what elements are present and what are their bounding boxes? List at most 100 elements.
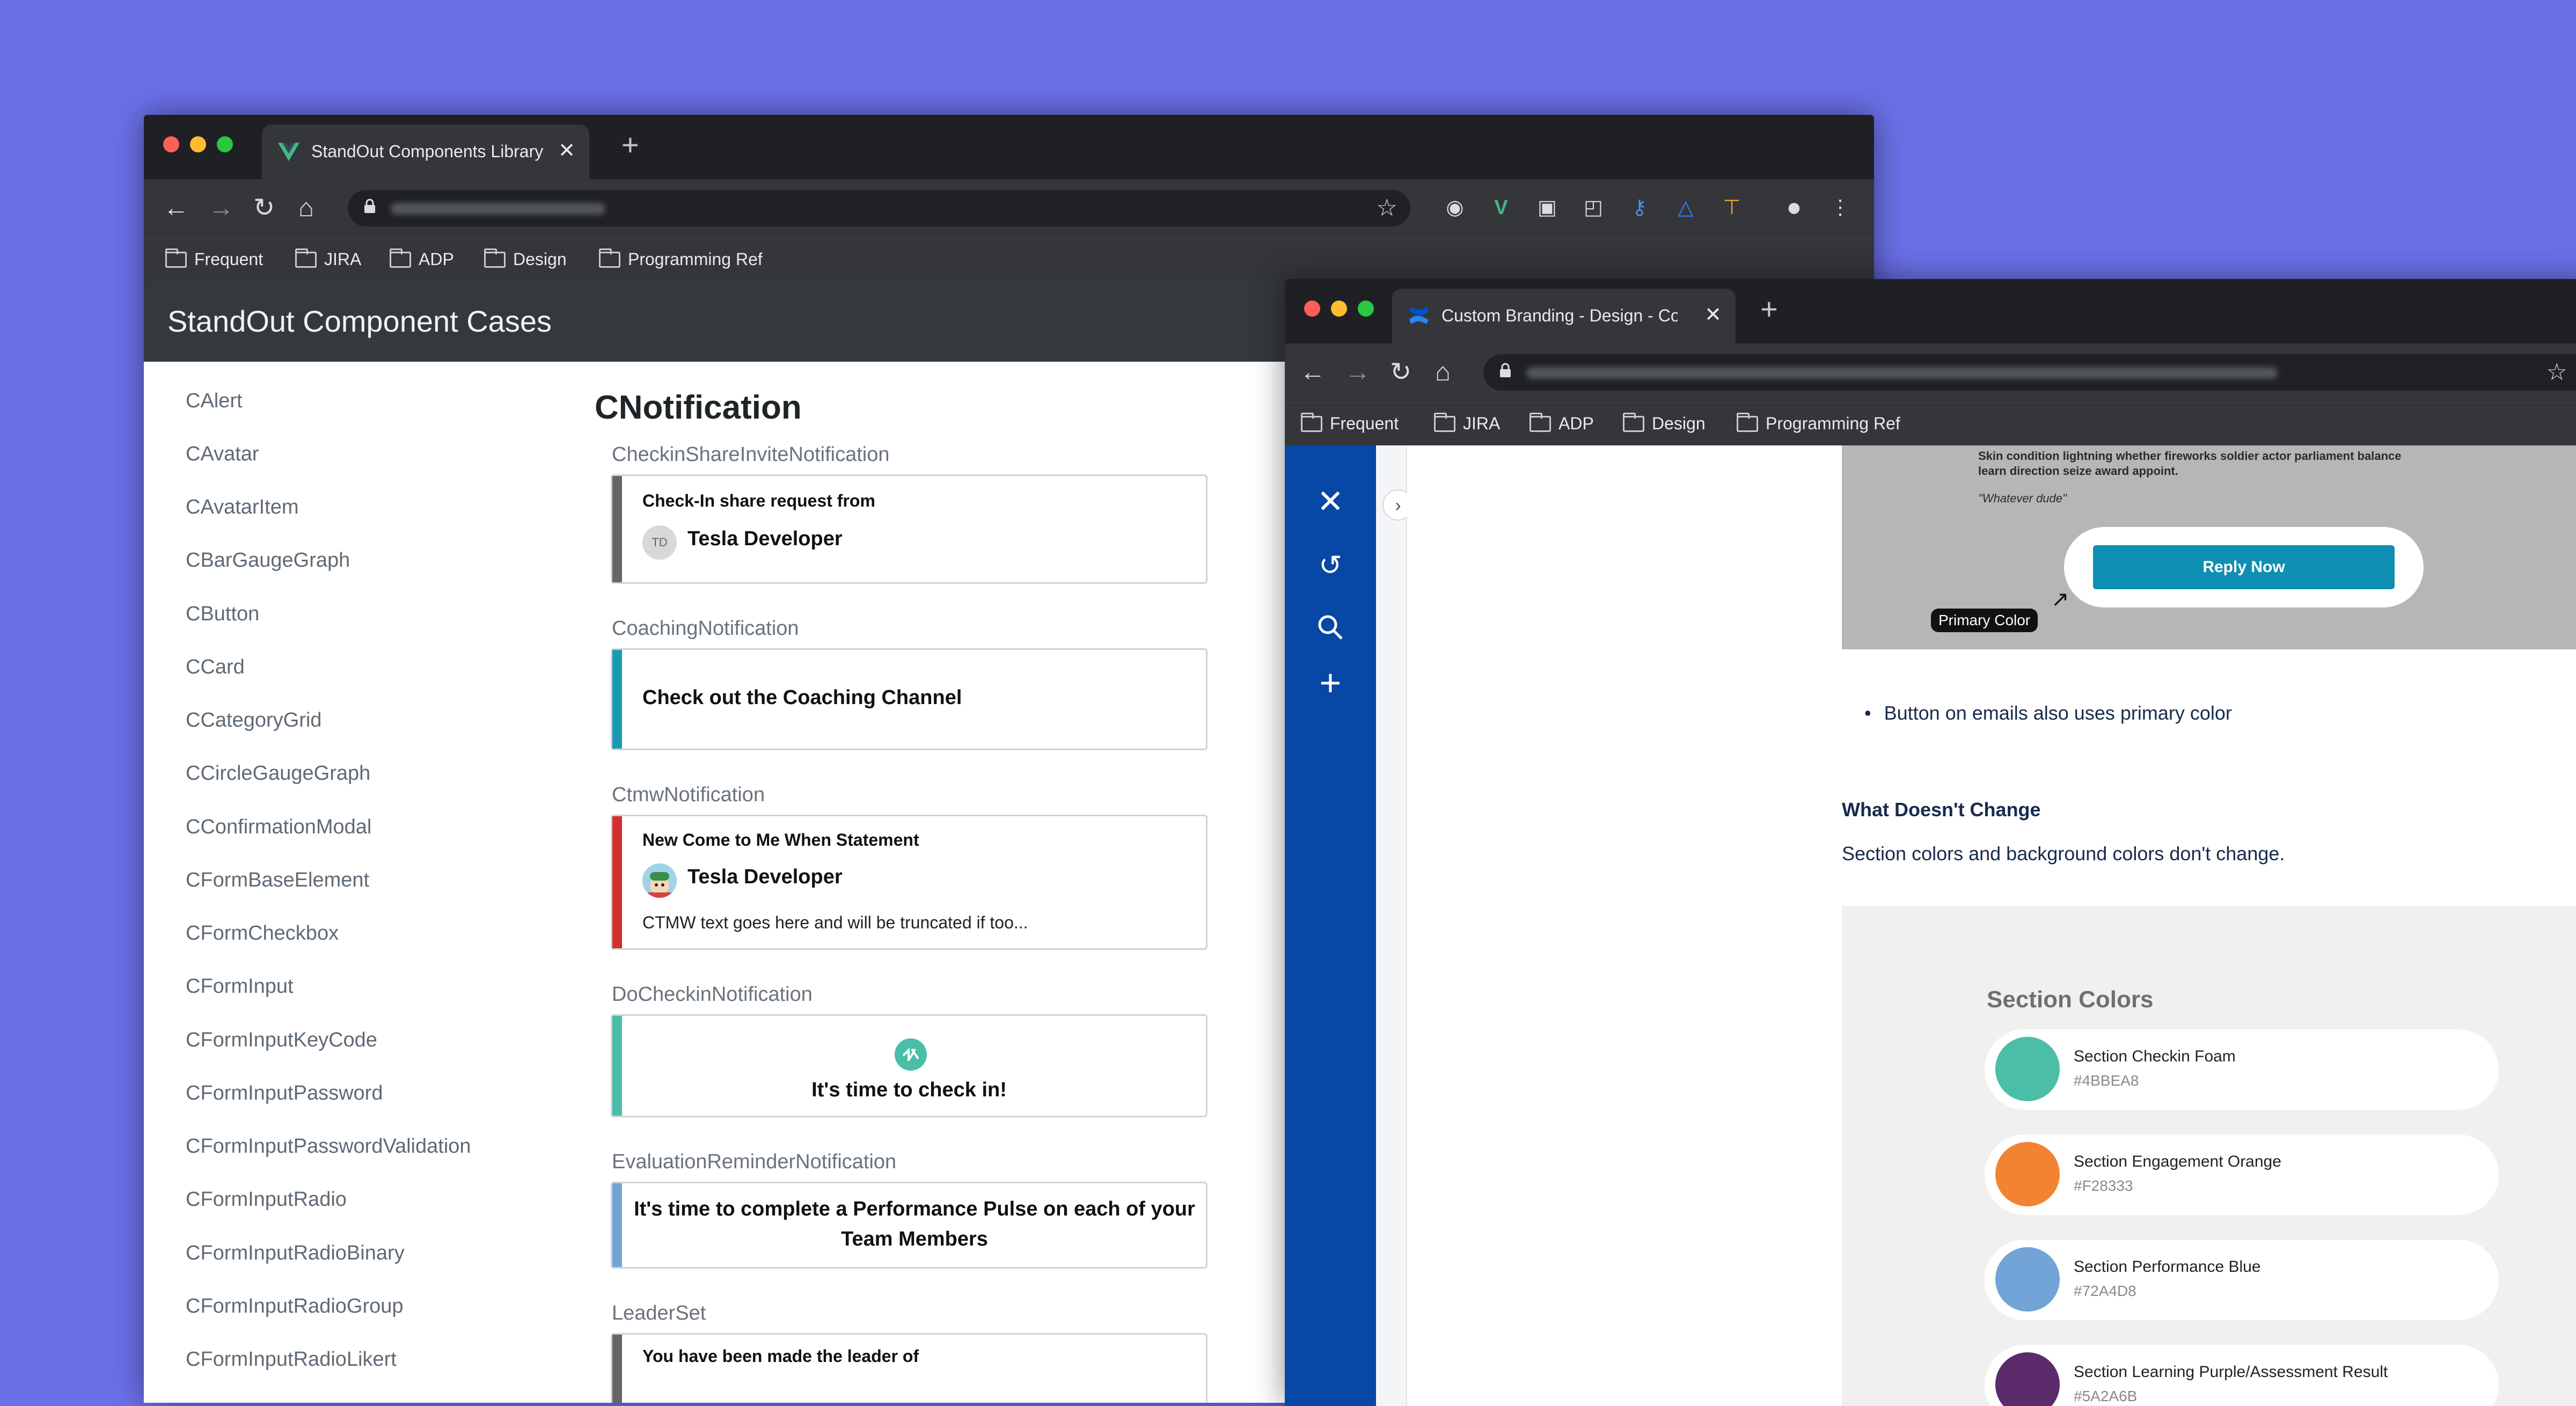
reload-icon[interactable]: ↻	[1390, 356, 1411, 389]
avatar: TD	[642, 525, 677, 560]
sidebar-item[interactable]: CFormInputRadioBinary	[186, 1242, 405, 1265]
sidebar-item[interactable]: CFormInput	[186, 975, 294, 998]
paragraph: Section colors and background colors don…	[1842, 843, 2285, 865]
bookmark-adp[interactable]: ADP	[390, 248, 454, 269]
url-text	[391, 203, 605, 215]
tab-strip: Custom Branding - Design - Co ✕ +	[1285, 279, 2576, 343]
coaching-notification-card[interactable]: Check out the Coaching Channel	[611, 648, 1208, 750]
confluence-sidebar: ✕ ↺ +	[1285, 445, 1376, 1406]
bookmark-jira[interactable]: JIRA	[295, 248, 361, 269]
bookmark-programming-ref[interactable]: Programming Ref	[599, 248, 763, 269]
color-swatch	[1995, 1352, 2060, 1406]
color-swatch-row: Section Engagement Orange #F28333	[1985, 1134, 2499, 1215]
email-quote: "Whatever dude"	[1978, 492, 2067, 505]
section-label: LeaderSet	[612, 1302, 706, 1324]
sidebar-item[interactable]: CCircleGaugeGraph	[186, 762, 370, 785]
user-name: Tesla Developer	[687, 528, 843, 550]
sidebar-item[interactable]: CFormCheckbox	[186, 922, 339, 945]
vue-devtools-icon[interactable]: V	[1489, 195, 1513, 220]
card-subtitle: Check-In share request from	[642, 491, 875, 510]
swatch-hex: #F28333	[2074, 1177, 2133, 1194]
close-tab-icon[interactable]: ✕	[558, 138, 575, 163]
bookmark-adp[interactable]: ADP	[1529, 412, 1594, 434]
menu-kebab-icon[interactable]: ⋮	[1828, 195, 1853, 220]
close-tab-icon[interactable]: ✕	[1704, 303, 1722, 327]
bookmark-programming-ref[interactable]: Programming Ref	[1737, 412, 1900, 434]
home-icon[interactable]: ⌂	[298, 192, 314, 224]
sidebar-item[interactable]: CCard	[186, 656, 245, 679]
back-arrow-icon[interactable]: ←	[163, 192, 189, 224]
search-icon[interactable]	[1316, 613, 1345, 642]
folder-icon	[1737, 412, 1758, 432]
bookmark-design[interactable]: Design	[484, 248, 567, 269]
checkin-icon	[895, 1038, 927, 1071]
profile-avatar-icon[interactable]: ●	[1782, 195, 1806, 221]
sidebar-item[interactable]: CFormInputRadioGroup	[186, 1295, 404, 1318]
sidebar-item[interactable]: CCategoryGrid	[186, 709, 321, 732]
bookmark-frequent[interactable]: Frequent	[1301, 412, 1399, 434]
browser-window-confluence: Custom Branding - Design - Co ✕ + ← → ↻ …	[1285, 279, 2576, 1406]
bullet-item: Button on emails also uses primary color	[1864, 702, 2232, 724]
bookmark-star-icon[interactable]: ☆	[2546, 358, 2567, 386]
sidebar-item[interactable]: CFormInputKeyCode	[186, 1029, 377, 1052]
page-ruler-icon[interactable]: ◰	[1581, 195, 1606, 220]
evaluation-reminder-card[interactable]: It's time to complete a Performance Puls…	[611, 1182, 1208, 1269]
confluence-logo-icon[interactable]: ✕	[1312, 483, 1349, 521]
new-tab-button[interactable]: +	[1760, 294, 1778, 324]
bookmark-star-icon[interactable]: ☆	[1377, 194, 1397, 222]
sidebar-item[interactable]: CFormInputPasswordValidation	[186, 1135, 471, 1158]
leaderset-notification-card[interactable]: You have been made the leader of	[611, 1333, 1208, 1403]
back-arrow-icon[interactable]: ←	[1300, 356, 1326, 389]
minimize-window-button[interactable]	[1331, 301, 1347, 317]
bookmark-frequent[interactable]: Frequent	[165, 248, 263, 269]
triangle-extension-icon[interactable]: △	[1673, 195, 1698, 220]
close-window-button[interactable]	[1304, 301, 1320, 317]
folder-icon	[1529, 412, 1551, 432]
sidebar-item[interactable]: CFormInputPassword	[186, 1082, 383, 1105]
lock-icon	[1500, 363, 1511, 377]
tab-custom-branding[interactable]: Custom Branding - Design - Co ✕	[1392, 289, 1736, 343]
tab-title: Custom Branding - Design - Co	[1441, 306, 1678, 325]
tab-standout-components[interactable]: StandOut Components Library ✕	[262, 125, 589, 179]
sidebar-item[interactable]: CFormInputRadio	[186, 1188, 347, 1211]
bookmark-jira[interactable]: JIRA	[1434, 412, 1500, 434]
history-icon[interactable]: ↺	[1312, 550, 1349, 582]
key-extension-icon[interactable]: ⚷	[1627, 195, 1652, 220]
create-plus-icon[interactable]: +	[1312, 661, 1349, 704]
forward-arrow-icon[interactable]: →	[208, 192, 234, 224]
sidebar-item[interactable]: CButton	[186, 603, 259, 626]
sidebar-item[interactable]: CAlert	[186, 390, 243, 413]
minimize-window-button[interactable]	[190, 136, 206, 152]
record-extension-icon[interactable]: ◉	[1443, 195, 1467, 220]
do-checkin-notification-card[interactable]: It's time to check in!	[611, 1014, 1208, 1117]
card-accent-bar	[612, 1335, 622, 1403]
primary-color-callout: Primary Color	[1931, 609, 2038, 632]
maximize-window-button[interactable]	[217, 136, 233, 152]
color-swatch-row: Section Checkin Foam #4BBEA8	[1985, 1029, 2499, 1110]
bookmark-label: Design	[1652, 414, 1706, 433]
sidebar-item[interactable]: CFormBaseElement	[186, 869, 369, 892]
camera-extension-icon[interactable]: ▣	[1535, 195, 1560, 220]
maximize-window-button[interactable]	[1358, 301, 1374, 317]
sidebar-item[interactable]: CFormInputRadioLikert	[186, 1348, 397, 1371]
url-text	[1526, 367, 2278, 379]
forward-arrow-icon[interactable]: →	[1345, 356, 1371, 389]
ctmw-notification-card[interactable]: New Come to Me When Statement Tesla Deve…	[611, 815, 1208, 950]
new-tab-button[interactable]: +	[621, 130, 639, 160]
reload-icon[interactable]: ↻	[253, 192, 275, 224]
section-label: DoCheckinNotification	[612, 983, 813, 1006]
bookmark-label: Design	[513, 250, 567, 269]
measure-extension-icon[interactable]: ⊤	[1719, 195, 1744, 220]
sidebar-item[interactable]: CBarGaugeGraph	[186, 549, 350, 572]
address-bar[interactable]: ☆	[348, 190, 1410, 226]
sidebar-item[interactable]: CAvatar	[186, 443, 259, 466]
home-icon[interactable]: ⌂	[1435, 356, 1451, 389]
checkin-share-notification-card[interactable]: Check-In share request from TD Tesla Dev…	[611, 474, 1208, 584]
sidebar-item[interactable]: CAvatarItem	[186, 496, 298, 519]
bookmark-label: ADP	[1558, 414, 1594, 433]
sidebar-item[interactable]: CConfirmationModal	[186, 816, 371, 839]
close-window-button[interactable]	[163, 136, 179, 152]
folder-icon	[390, 248, 411, 268]
address-bar[interactable]: ☆	[1483, 354, 2576, 391]
bookmark-design[interactable]: Design	[1623, 412, 1706, 434]
